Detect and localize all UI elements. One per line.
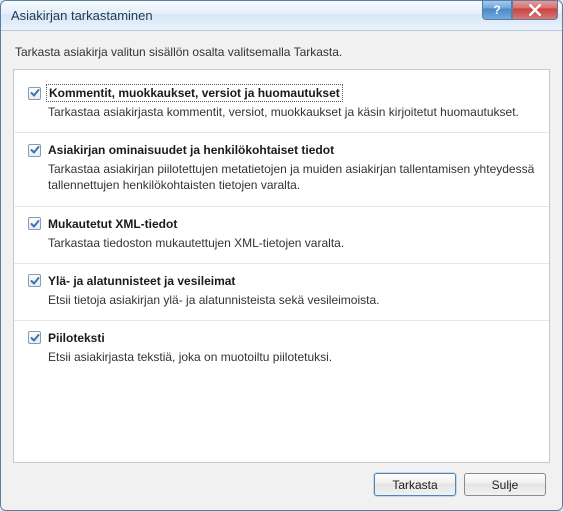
checkbox[interactable]: [28, 144, 41, 157]
close-icon: [529, 4, 541, 16]
option-description: Tarkastaa asiakirjasta kommentit, versio…: [48, 104, 535, 120]
check-icon: [30, 219, 40, 229]
titlebar: Asiakirjan tarkastaminen ?: [1, 1, 562, 31]
checkbox[interactable]: [28, 274, 41, 287]
option-head: Kommentit, muokkaukset, versiot ja huoma…: [28, 86, 535, 100]
option-head: Ylä- ja alatunnisteet ja vesileimat: [28, 274, 535, 288]
option-head: Piiloteksti: [28, 331, 535, 345]
option-row: Mukautetut XML-tiedot Tarkastaa tiedoston…: [14, 207, 549, 264]
option-description: Etsii tietoja asiakirjan ylä- ja alatunn…: [48, 292, 535, 308]
option-title: Asiakirjan ominaisuudet ja henkilökohtai…: [48, 143, 334, 157]
content-area: Tarkasta asiakirja valitun sisällön osal…: [1, 31, 562, 510]
checkbox[interactable]: [28, 217, 41, 230]
option-title: Kommentit, muokkaukset, versiot ja huoma…: [48, 86, 341, 100]
instruction-text: Tarkasta asiakirja valitun sisällön osal…: [15, 45, 548, 59]
option-description: Tarkastaa asiakirjan piilotettujen metat…: [48, 161, 535, 193]
window-title: Asiakirjan tarkastaminen: [11, 8, 556, 23]
check-icon: [30, 88, 40, 98]
help-icon: ?: [493, 3, 500, 17]
option-head: Mukautetut XML-tiedot: [28, 217, 535, 231]
close-window-button[interactable]: [512, 0, 558, 20]
option-title: Piiloteksti: [48, 331, 105, 345]
option-description: Tarkastaa tiedoston mukautettujen XML-ti…: [48, 235, 535, 251]
option-row: Piiloteksti Etsii asiakirjasta tekstiä, j…: [14, 321, 549, 377]
help-button[interactable]: ?: [482, 0, 512, 20]
inspect-button[interactable]: Tarkasta: [374, 473, 456, 496]
button-row: Tarkasta Sulje: [13, 463, 550, 500]
check-icon: [30, 333, 40, 343]
option-head: Asiakirjan ominaisuudet ja henkilökohtai…: [28, 143, 535, 157]
checkbox[interactable]: [28, 331, 41, 344]
close-button[interactable]: Sulje: [464, 473, 546, 496]
option-title: Mukautetut XML-tiedot: [48, 217, 177, 231]
checkbox[interactable]: [28, 87, 41, 100]
check-icon: [30, 276, 40, 286]
option-row: Ylä- ja alatunnisteet ja vesileimat Etsii…: [14, 264, 549, 321]
option-row: Kommentit, muokkaukset, versiot ja huoma…: [14, 76, 549, 133]
option-row: Asiakirjan ominaisuudet ja henkilökohtai…: [14, 133, 549, 206]
options-panel: Kommentit, muokkaukset, versiot ja huoma…: [13, 69, 550, 463]
dialog-window: Asiakirjan tarkastaminen ? Tarkasta asia…: [0, 0, 563, 511]
check-icon: [30, 145, 40, 155]
window-buttons: ?: [482, 0, 558, 20]
option-title: Ylä- ja alatunnisteet ja vesileimat: [48, 274, 235, 288]
option-description: Etsii asiakirjasta tekstiä, joka on muot…: [48, 349, 535, 365]
